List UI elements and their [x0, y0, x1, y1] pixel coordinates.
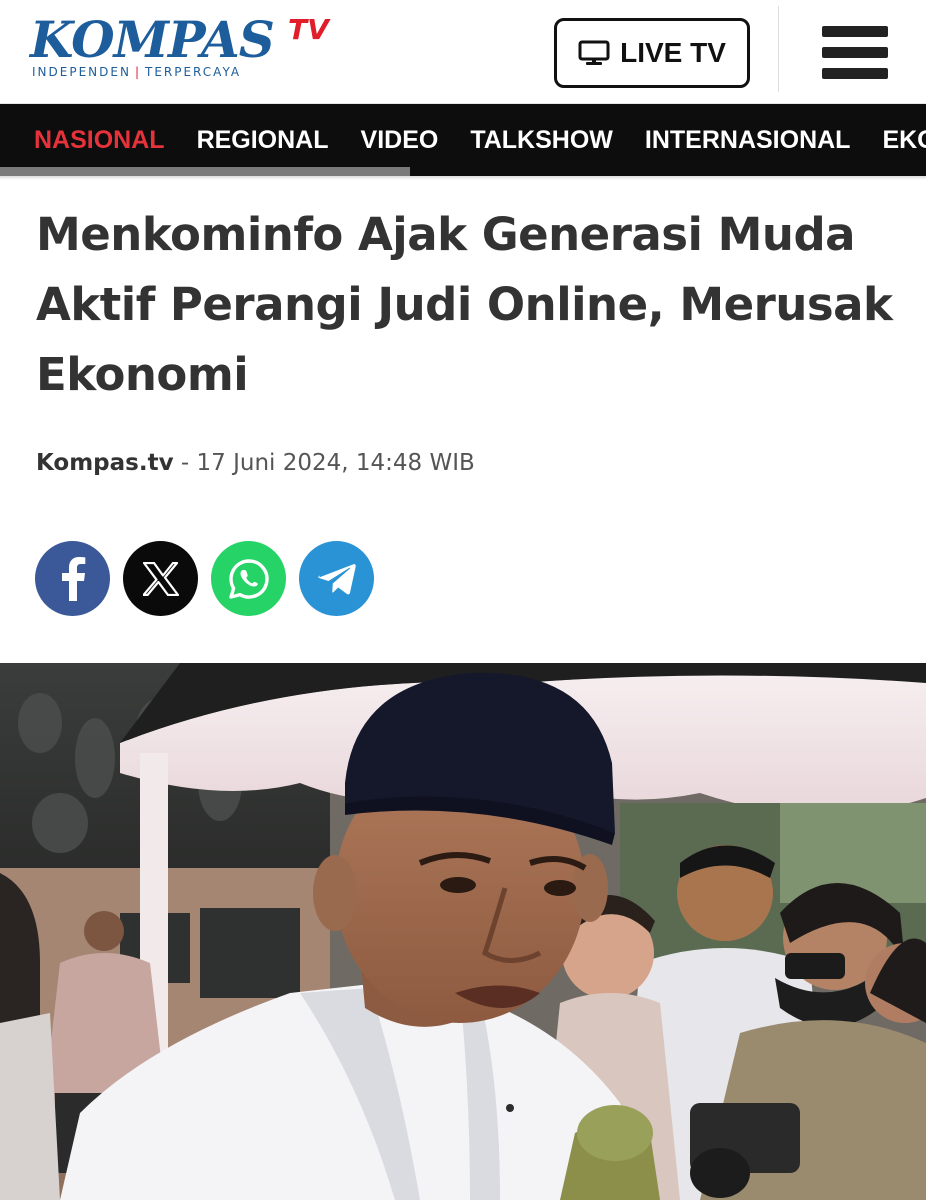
nav-items: NASIONAL REGIONAL VIDEO TALKSHOW INTERNA…	[0, 104, 926, 176]
facebook-icon	[61, 556, 85, 601]
live-tv-label: LIVE TV	[620, 37, 726, 68]
meta-separator: -	[173, 450, 197, 476]
article-date: 17 Juni 2024, 14:48 WIB	[196, 450, 475, 476]
tagline-left: INDEPENDEN	[32, 65, 131, 79]
whatsapp-share-button[interactable]	[211, 541, 286, 616]
logo-tv-suffix: TV	[288, 13, 329, 46]
nav-item-internasional[interactable]: INTERNASIONAL	[629, 104, 867, 176]
facebook-share-button[interactable]	[35, 541, 110, 616]
tagline-right: TERPERCAYA	[144, 65, 242, 79]
whatsapp-icon	[228, 558, 269, 599]
nav-item-video[interactable]: VIDEO	[345, 104, 455, 176]
tv-icon	[578, 40, 610, 66]
main-nav: NASIONAL REGIONAL VIDEO TALKSHOW INTERNA…	[0, 104, 926, 176]
nav-item-regional[interactable]: REGIONAL	[181, 104, 345, 176]
site-header: KOMPAS TV INDEPENDEN | TERPERCAYA LIVE TV	[0, 0, 926, 104]
article-photo[interactable]	[0, 663, 926, 1200]
tagline-separator: |	[134, 65, 141, 79]
article-title: Menkominfo Ajak Generasi Muda Aktif Pera…	[36, 208, 893, 401]
telegram-share-button[interactable]	[299, 541, 374, 616]
header-divider	[778, 6, 779, 92]
nav-scrollbar[interactable]	[0, 167, 410, 176]
article-meta: Kompas.tv - 17 Juni 2024, 14:48 WIB	[36, 450, 475, 476]
logo-wordmark: KOMPAS	[30, 10, 275, 69]
live-tv-button[interactable]: LIVE TV	[554, 18, 750, 88]
article-source[interactable]: Kompas.tv	[36, 450, 174, 476]
logo-tagline: INDEPENDEN | TERPERCAYA	[32, 64, 241, 80]
nav-item-nasional[interactable]: NASIONAL	[0, 104, 181, 176]
x-share-button[interactable]	[123, 541, 198, 616]
article-photo-illustration	[0, 663, 926, 1200]
nav-shadow	[0, 176, 926, 180]
hamburger-menu-icon[interactable]	[822, 26, 888, 84]
nav-item-ekonomi[interactable]: EKONOMI	[866, 104, 926, 176]
telegram-icon	[317, 563, 356, 594]
nav-item-talkshow[interactable]: TALKSHOW	[454, 104, 629, 176]
kompas-tv-logo[interactable]: KOMPAS TV INDEPENDEN | TERPERCAYA	[30, 10, 350, 90]
x-icon	[142, 561, 179, 596]
share-buttons	[35, 541, 374, 616]
